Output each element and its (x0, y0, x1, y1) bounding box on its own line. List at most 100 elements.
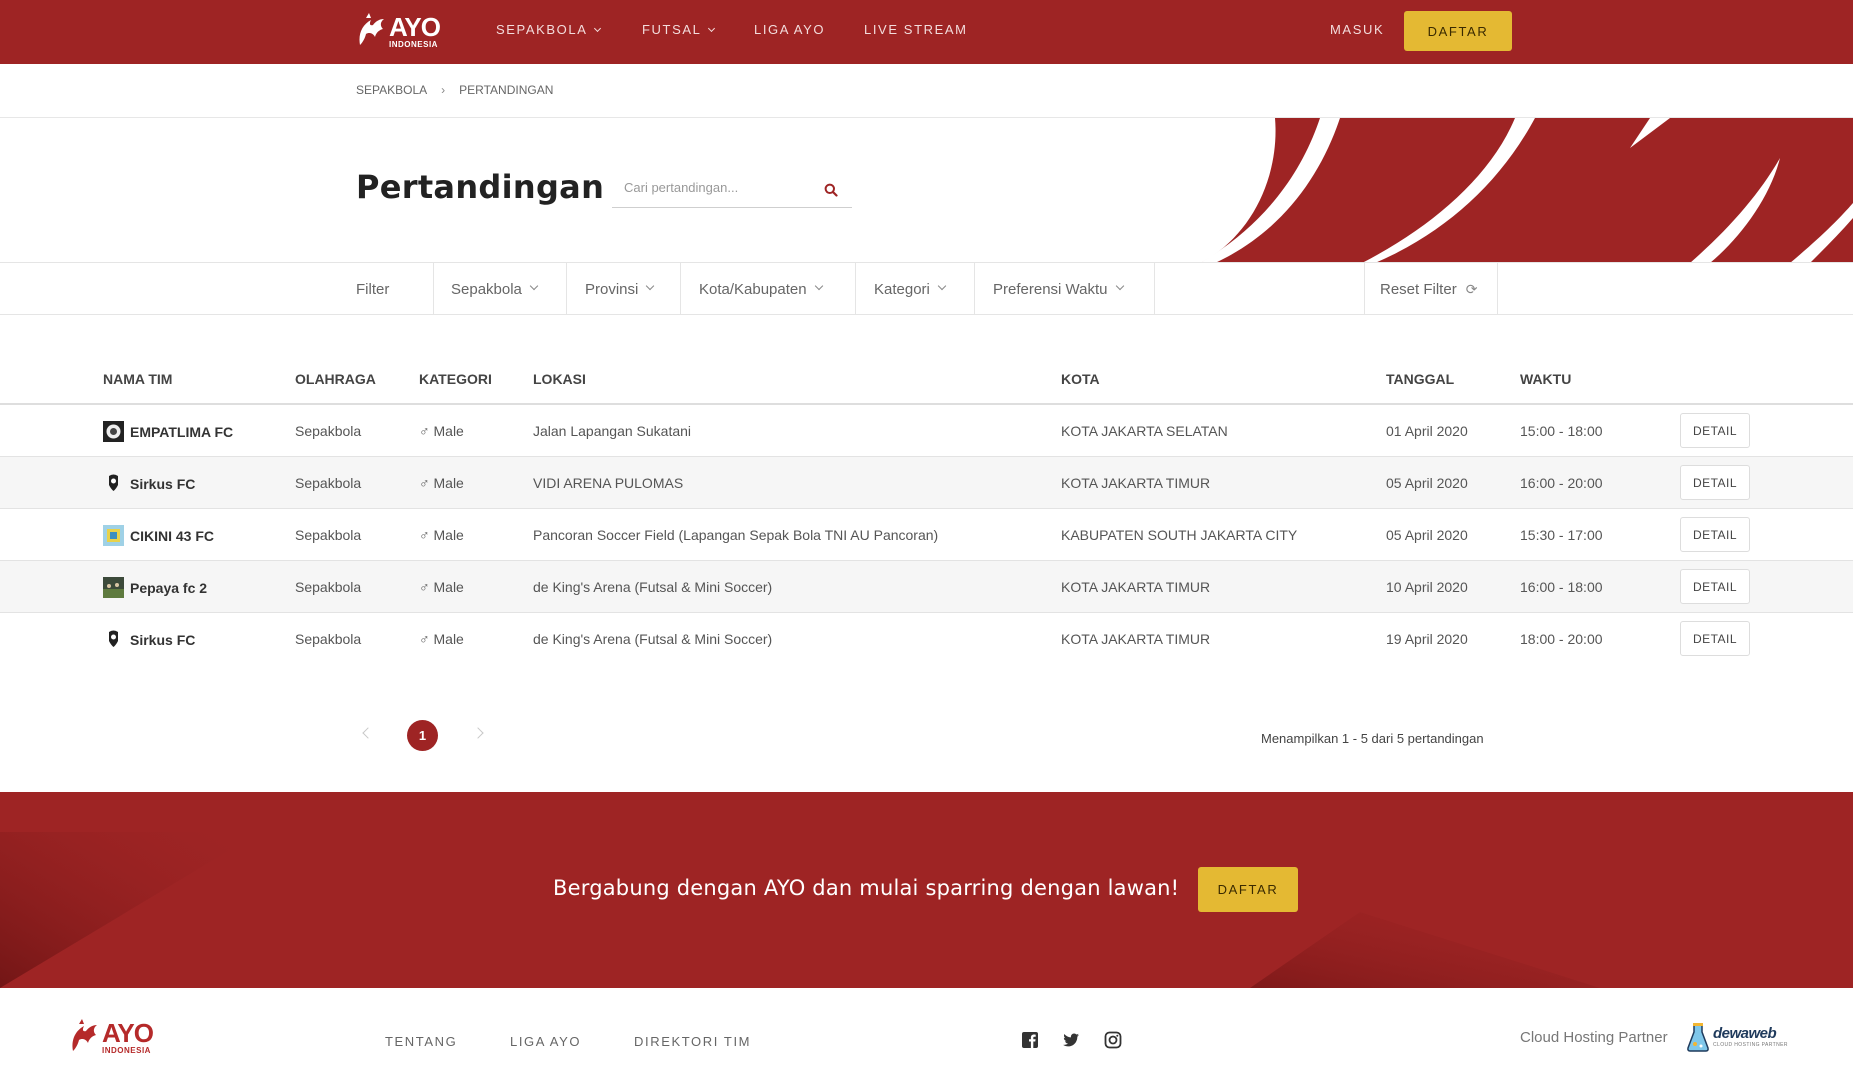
chevron-down-icon (594, 24, 602, 33)
filter-sepakbola[interactable]: Sepakbola (434, 263, 567, 315)
instagram-icon[interactable] (1104, 1031, 1122, 1049)
nav-live-stream[interactable]: LIVE STREAM (864, 22, 968, 37)
time: 15:30 - 17:00 (1520, 527, 1603, 543)
nav-liga-ayo[interactable]: LIGA AYO (754, 22, 825, 37)
detail-button[interactable]: DETAIL (1680, 569, 1750, 604)
footer-link-liga-ayo[interactable]: LIGA AYO (510, 1034, 581, 1049)
chevron-right-icon: › (441, 83, 446, 97)
filter-bar: Filter Sepakbola Provinsi Kota/Kabupaten… (0, 262, 1853, 315)
cta-daftar-button[interactable]: DAFTAR (1198, 867, 1298, 912)
ayo-logo[interactable]: AYO INDONESIA (356, 11, 441, 50)
header-tanggal: TANGGAL (1386, 371, 1455, 387)
male-icon: ♂ (419, 423, 430, 439)
footer-link-direktori-tim[interactable]: DIREKTORI TIM (634, 1034, 751, 1049)
filter-kategori[interactable]: Kategori (856, 263, 975, 315)
header-kategori: KATEGORI (419, 371, 492, 387)
partner-label: Cloud Hosting Partner (1520, 1029, 1668, 1046)
male-icon: ♂ (419, 631, 430, 647)
twitter-icon[interactable] (1062, 1031, 1080, 1049)
page-title: Pertandingan (356, 168, 605, 206)
table-row: Pepaya fc 2 Sepakbola ♂ Male de King's Ar… (0, 561, 1853, 613)
search-icon[interactable] (824, 183, 838, 197)
location: VIDI ARENA PULOMAS (533, 475, 684, 491)
footer-link-tentang[interactable]: TENTANG (385, 1034, 457, 1049)
detail-button[interactable]: DETAIL (1680, 621, 1750, 656)
category: ♂ Male (419, 475, 464, 491)
team-name[interactable]: Sirkus FC (103, 473, 195, 494)
dewaweb-logo[interactable]: dewaweb CLOUD HOSTING PARTNER (1686, 1022, 1788, 1052)
ayo-bird-logo-icon (72, 1019, 97, 1051)
category: ♂ Male (419, 631, 464, 647)
partner-name: dewaweb (1713, 1025, 1777, 1042)
sport: Sepakbola (295, 631, 362, 647)
logo-subtitle: INDONESIA (389, 39, 438, 49)
table-row: Sirkus FC Sepakbola ♂ Male VIDI ARENA PUL… (0, 457, 1853, 509)
team-name[interactable]: CIKINI 43 FC (103, 525, 214, 546)
male-icon: ♂ (419, 475, 430, 491)
chevron-down-icon (529, 281, 539, 291)
chevron-down-icon (708, 24, 716, 33)
logo-wordmark: AYO (389, 11, 441, 42)
filter-provinsi[interactable]: Provinsi (567, 263, 681, 315)
search-input[interactable] (624, 180, 814, 195)
date: 01 April 2020 (1386, 423, 1468, 439)
detail-button[interactable]: DETAIL (1680, 465, 1750, 500)
reset-filter-button[interactable]: Reset Filter ⟳ (1364, 263, 1498, 315)
filter-kota-kabupaten[interactable]: Kota/Kabupaten (681, 263, 856, 315)
chevron-down-icon (646, 281, 655, 291)
pagination-next-icon[interactable] (472, 727, 484, 739)
detail-button[interactable]: DETAIL (1680, 413, 1750, 448)
nav-futsal[interactable]: FUTSAL (642, 22, 716, 37)
hero-decoration (1200, 118, 1853, 263)
category: ♂ Male (419, 527, 464, 543)
header-lokasi: LOKASI (533, 371, 586, 387)
pagination-page-1[interactable]: 1 (407, 720, 438, 751)
filter-label: Filter (356, 263, 434, 315)
logo-wordmark: AYO (102, 1017, 154, 1048)
facebook-icon[interactable] (1021, 1031, 1039, 1049)
search-box (612, 172, 852, 208)
cta-text: Bergabung dengan AYO dan mulai sparring … (553, 876, 1180, 900)
time: 15:00 - 18:00 (1520, 423, 1603, 439)
pagination-prev-icon[interactable] (362, 727, 374, 739)
dewaweb-flask-icon (1687, 1023, 1709, 1052)
sport: Sepakbola (295, 475, 362, 491)
breadcrumb-sepakbola[interactable]: SEPAKBOLA (356, 83, 427, 97)
top-navbar: AYO INDONESIA SEPAKBOLA FUTSAL LIGA AYO … (0, 0, 1853, 64)
ayo-bird-logo-icon (359, 13, 384, 45)
location: Jalan Lapangan Sukatani (533, 423, 692, 439)
daftar-button[interactable]: DAFTAR (1404, 11, 1512, 51)
header-waktu: WAKTU (1520, 371, 1572, 387)
team-logo-icon (103, 525, 124, 546)
team-logo-icon (103, 421, 124, 442)
category: ♂ Male (419, 423, 464, 439)
masuk-link[interactable]: MASUK (1330, 22, 1384, 37)
table-row: Sirkus FC Sepakbola ♂ Male de King's Aren… (0, 613, 1853, 665)
team-name[interactable]: Sirkus FC (103, 629, 195, 650)
team-name[interactable]: Pepaya fc 2 (103, 577, 207, 598)
refresh-icon: ⟳ (1465, 280, 1478, 297)
male-icon: ♂ (419, 527, 430, 543)
city: KOTA JAKARTA SELATAN (1061, 423, 1228, 439)
breadcrumb: SEPAKBOLA › PERTANDINGAN (356, 83, 553, 97)
footer-ayo-logo[interactable]: AYO INDONESIA (69, 1017, 154, 1056)
time: 18:00 - 20:00 (1520, 631, 1603, 647)
header-kota: KOTA (1061, 371, 1100, 387)
team-name[interactable]: EMPATLIMA FC (103, 421, 233, 442)
location: Pancoran Soccer Field (Lapangan Sepak Bo… (533, 527, 939, 543)
partner-tagline: CLOUD HOSTING PARTNER (1713, 1042, 1788, 1048)
team-logo-icon (103, 577, 124, 598)
sport: Sepakbola (295, 423, 362, 439)
pagination-info: Menampilkan 1 - 5 dari 5 pertandingan (1261, 731, 1484, 746)
team-logo-icon (109, 630, 118, 647)
cta-banner: Bergabung dengan AYO dan mulai sparring … (0, 792, 1853, 988)
category: ♂ Male (419, 579, 464, 595)
chevron-down-icon (937, 281, 947, 291)
location: de King's Arena (Futsal & Mini Soccer) (533, 631, 773, 647)
detail-button[interactable]: DETAIL (1680, 517, 1750, 552)
sport: Sepakbola (295, 527, 362, 543)
nav-sepakbola[interactable]: SEPAKBOLA (496, 22, 602, 37)
table-row: EMPATLIMA FC Sepakbola ♂ Male Jalan Lapan… (0, 405, 1853, 457)
breadcrumb-pertandingan: PERTANDINGAN (459, 83, 554, 97)
filter-preferensi-waktu[interactable]: Preferensi Waktu (975, 263, 1155, 315)
